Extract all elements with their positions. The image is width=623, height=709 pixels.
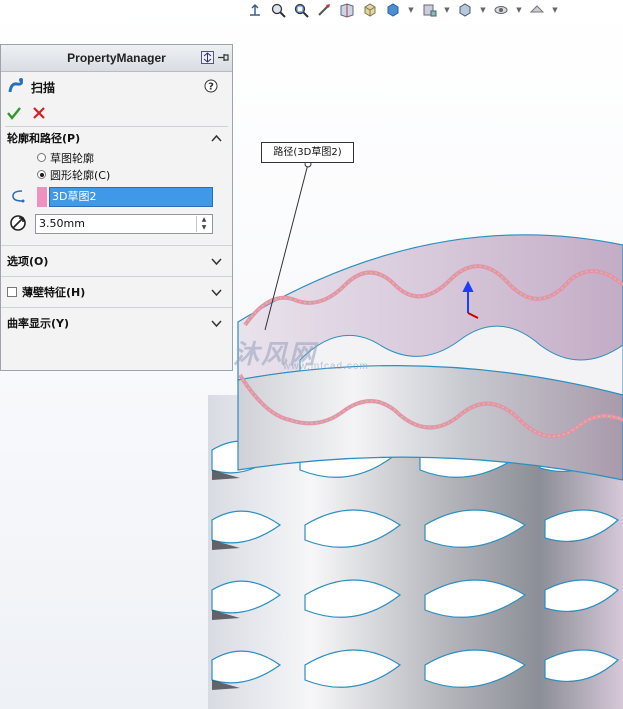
apply-scene-icon[interactable] <box>492 1 510 19</box>
cancel-button[interactable] <box>33 106 45 122</box>
option-circular-profile-label: 圆形轮廓(C) <box>50 168 111 182</box>
profile-path-section-header[interactable]: 轮廓和路径(P) <box>1 127 232 149</box>
chevron-down-icon[interactable] <box>211 256 222 269</box>
hide-show-dropdown-icon[interactable]: ▼ <box>443 6 451 14</box>
curvature-display-section-label: 曲率显示(Y) <box>7 317 70 330</box>
watermark-url: www.mfcad.com <box>283 361 369 372</box>
thin-feature-section-label: 薄壁特征(H) <box>22 286 86 299</box>
zoom-to-fit-icon[interactable] <box>269 1 287 19</box>
spinner-up-icon[interactable]: ▲ <box>197 216 211 224</box>
chevron-down-icon[interactable] <box>211 318 222 331</box>
spinner-down-icon[interactable]: ▼ <box>197 224 211 232</box>
section-view-icon[interactable] <box>338 1 356 19</box>
path-selection-field[interactable]: 3D草图2 <box>49 187 213 207</box>
property-manager-title: PropertyManager <box>67 51 166 65</box>
diameter-input[interactable]: 3.50mm ▲ ▼ <box>35 214 213 234</box>
svg-text:?: ? <box>208 82 214 93</box>
options-section-header[interactable]: 选项(O) <box>1 245 232 276</box>
option-sketch-profile[interactable]: 草图轮廓 <box>1 149 232 166</box>
diameter-row: 3.50mm ▲ ▼ <box>1 211 232 237</box>
path-callout-label[interactable]: 路径(3D草图2) <box>261 142 354 163</box>
path-icon <box>9 188 29 207</box>
view-orientation-cube-icon[interactable] <box>361 1 379 19</box>
diameter-value: 3.50mm <box>39 217 85 230</box>
edit-appearance-icon[interactable] <box>456 1 474 19</box>
diameter-icon <box>9 214 27 235</box>
heads-up-toolbar: ▼ ▼ ▼ ▼ ▼ <box>246 0 559 20</box>
radio-circular-profile[interactable] <box>37 170 46 179</box>
chevron-down-icon[interactable] <box>211 287 222 300</box>
previous-view-icon[interactable] <box>315 1 333 19</box>
feature-title: 扫描 <box>31 80 56 95</box>
help-icon[interactable]: ? <box>204 79 218 96</box>
apply-scene-dropdown-icon[interactable]: ▼ <box>515 6 523 14</box>
ok-button[interactable] <box>7 106 21 123</box>
option-circular-profile[interactable]: 圆形轮廓(C) <box>1 166 232 183</box>
diameter-spinner[interactable]: ▲ ▼ <box>196 216 211 232</box>
sweep-feature-icon <box>7 77 25 98</box>
pin-icon[interactable] <box>217 51 229 67</box>
feature-title-row: 扫描 ? <box>1 72 232 102</box>
option-sketch-profile-label: 草图轮廓 <box>50 151 94 165</box>
view-orientation-icon[interactable] <box>246 1 264 19</box>
chevron-up-icon[interactable] <box>211 132 222 145</box>
radio-sketch-profile[interactable] <box>37 153 46 162</box>
edit-appearance-dropdown-icon[interactable]: ▼ <box>479 6 487 14</box>
display-style-icon[interactable] <box>384 1 402 19</box>
display-style-dropdown-icon[interactable]: ▼ <box>407 6 415 14</box>
expand-panel-icon[interactable] <box>201 51 214 67</box>
property-manager: PropertyManager 扫描 ? 轮廓和路径(P) 草图轮廓 圆形轮廓(… <box>0 44 233 371</box>
hide-show-items-icon[interactable] <box>420 1 438 19</box>
view-settings-dropdown-icon[interactable]: ▼ <box>551 6 559 14</box>
property-manager-header: PropertyManager <box>1 45 232 72</box>
confirm-row <box>1 102 232 126</box>
thin-feature-checkbox[interactable] <box>7 287 17 297</box>
profile-path-section-label: 轮廓和路径(P) <box>7 132 81 145</box>
zoom-area-icon[interactable] <box>292 1 310 19</box>
view-settings-icon[interactable] <box>528 1 546 19</box>
thin-feature-section-header[interactable]: 薄壁特征(H) <box>1 276 232 307</box>
path-color-swatch <box>37 187 47 207</box>
options-section-label: 选项(O) <box>7 255 49 268</box>
path-selection-row: 3D草图2 <box>1 183 232 211</box>
curvature-display-section-header[interactable]: 曲率显示(Y) <box>1 307 232 338</box>
